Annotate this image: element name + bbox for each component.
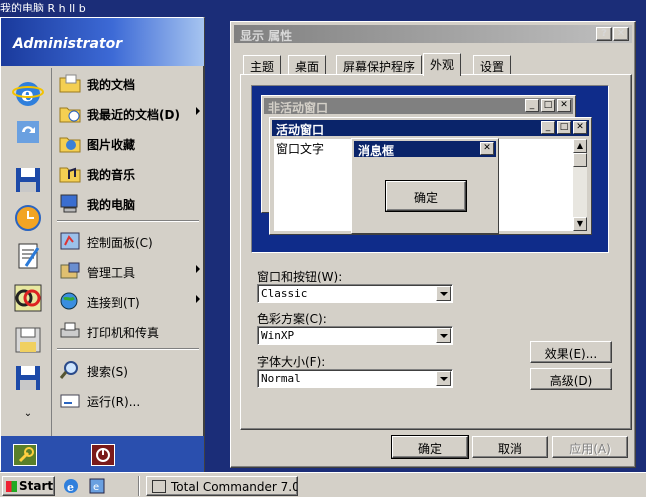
menu-item-run[interactable]: 运行(R)...: [53, 386, 203, 414]
admin-tools-icon: [59, 261, 81, 281]
folder-documents-icon: [59, 73, 81, 93]
menu-item-my-pictures[interactable]: 图片收藏: [53, 129, 203, 157]
tab-strip: 主题 桌面 屏幕保护程序 外观 设置: [243, 53, 623, 76]
color-scheme-label: 色彩方案(C):: [257, 312, 327, 326]
submenu-arrow-icon: [196, 107, 200, 115]
svg-text:e: e: [93, 482, 99, 493]
submenu-arrow-icon: [196, 265, 200, 273]
scroll-up-icon: ▲: [573, 139, 587, 153]
floppy-disk-icon[interactable]: [12, 362, 44, 394]
start-menu-user-header: Administrator: [1, 18, 204, 66]
chevron-down-icon[interactable]: [436, 371, 451, 386]
search-icon: [59, 360, 81, 380]
message-box-ok-button: 确定: [385, 180, 467, 212]
menu-item-recent-documents[interactable]: 我最近的文档(D): [53, 99, 203, 127]
preview-message-box: 消息框 ✕ 确定: [351, 138, 499, 234]
svg-text:e: e: [21, 82, 34, 106]
quick-launch-column: e ⌄: [3, 68, 52, 452]
tab-screensaver[interactable]: 屏幕保护程序: [336, 55, 423, 75]
window-text-sample: 窗口文字: [276, 142, 325, 156]
taskbar-total-commander[interactable]: Total Commander 7.0...: [146, 476, 298, 496]
log-off-button[interactable]: [13, 444, 37, 466]
refresh-sync-icon[interactable]: [12, 116, 44, 148]
internet-explorer-icon[interactable]: e: [12, 78, 44, 110]
floppy-save-icon[interactable]: [12, 164, 44, 196]
color-scheme-select[interactable]: WinXP: [257, 326, 453, 345]
browser-quicklaunch-icon[interactable]: e: [88, 477, 106, 495]
globe-network-icon: [59, 291, 81, 311]
start-menu-items: 我的文档 我最近的文档(D) 图片收藏 我的音乐 我的电脑 控制面板(C) 管理…: [53, 68, 203, 452]
chevron-down-icon[interactable]: [436, 328, 451, 343]
tab-settings[interactable]: 设置: [473, 55, 512, 75]
message-box-title: 消息框: [354, 141, 496, 158]
start-menu-footer: [1, 436, 204, 472]
menu-item-my-documents[interactable]: 我的文档: [53, 69, 203, 97]
ie-quicklaunch-icon[interactable]: e: [62, 477, 80, 495]
computer-icon: [59, 193, 81, 213]
dialog-title-bar: 显示 属性 ? ✕: [234, 25, 632, 43]
menu-separator: [57, 348, 199, 350]
close-icon: ✕: [480, 142, 494, 155]
submenu-arrow-icon: [196, 295, 200, 303]
preview-scrollbar: ▲ ▼: [573, 139, 587, 231]
more-chevron-icon[interactable]: ⌄: [12, 408, 44, 424]
chevron-down-icon[interactable]: [436, 286, 451, 301]
menu-item-control-panel[interactable]: 控制面板(C): [53, 227, 203, 255]
taskbar: Start e e Total Commander 7.0...: [0, 472, 646, 497]
font-size-select[interactable]: Normal: [257, 369, 453, 388]
taskbar-divider: [138, 476, 140, 496]
scroll-down-icon: ▼: [573, 217, 587, 231]
display-properties-dialog: 显示 属性 ? ✕ 主题 桌面 屏幕保护程序 外观 设置 非活动窗口 _ □ ✕…: [230, 21, 636, 468]
tab-themes[interactable]: 主题: [243, 55, 282, 75]
control-panel-icon: [59, 231, 81, 251]
windows-logo-icon: [6, 481, 17, 492]
printer-icon: [59, 321, 81, 341]
menu-item-connect-to[interactable]: 连接到(T): [53, 287, 203, 315]
folder-music-icon: [59, 163, 81, 183]
close-icon: ✕: [557, 99, 571, 112]
menu-item-search[interactable]: 搜索(S): [53, 356, 203, 384]
folder-pictures-icon: [59, 133, 81, 153]
minimize-icon: _: [541, 121, 555, 134]
maximize-icon: □: [557, 121, 571, 134]
dialog-title: 显示 属性: [240, 29, 293, 43]
clock-icon[interactable]: [12, 202, 44, 234]
windows-buttons-select[interactable]: Classic: [257, 284, 453, 303]
menu-item-my-computer[interactable]: 我的电脑: [53, 189, 203, 217]
svg-text:e: e: [67, 481, 74, 494]
maximize-icon: □: [541, 99, 555, 112]
scroll-thumb: [573, 153, 587, 167]
menu-item-admin-tools[interactable]: 管理工具: [53, 257, 203, 285]
minimize-icon: _: [525, 99, 539, 112]
close-icon: ✕: [573, 121, 587, 134]
help-button[interactable]: ?: [596, 27, 612, 41]
connection-icon[interactable]: [12, 282, 44, 314]
effects-button[interactable]: 效果(E)...: [530, 341, 612, 363]
folder-recent-icon: [59, 103, 81, 123]
save-disk-icon[interactable]: [12, 324, 44, 356]
font-size-label: 字体大小(F):: [257, 355, 326, 369]
close-button[interactable]: ✕: [613, 27, 629, 41]
menu-item-printers-faxes[interactable]: 打印机和传真: [53, 317, 203, 345]
desktop-icon-labels: 我的电脑 R h ll b: [0, 2, 86, 12]
shut-down-button[interactable]: [91, 444, 115, 466]
apply-button[interactable]: 应用(A): [552, 436, 628, 458]
menu-separator: [57, 220, 199, 222]
notepad-icon[interactable]: [12, 240, 44, 272]
start-menu: Administrator e ⌄ 我的文档 我最近的文档(D) 图片收藏 我的…: [0, 17, 205, 472]
start-button[interactable]: Start: [2, 476, 55, 496]
windows-buttons-label: 窗口和按钮(W):: [257, 270, 343, 284]
tab-appearance[interactable]: 外观: [423, 53, 462, 76]
menu-item-my-music[interactable]: 我的音乐: [53, 159, 203, 187]
user-name: Administrator: [13, 36, 123, 52]
total-commander-icon: [152, 480, 166, 493]
tab-desktop[interactable]: 桌面: [288, 55, 327, 75]
ok-button[interactable]: 确定: [391, 435, 469, 459]
run-icon: [59, 390, 81, 410]
cancel-button[interactable]: 取消: [472, 436, 548, 458]
appearance-preview: 非活动窗口 _ □ ✕ 活动窗口 _ □ ✕ 窗口文字 ▲ ▼ 消息框 ✕ 确定: [251, 85, 609, 253]
advanced-button[interactable]: 高级(D): [530, 368, 612, 390]
